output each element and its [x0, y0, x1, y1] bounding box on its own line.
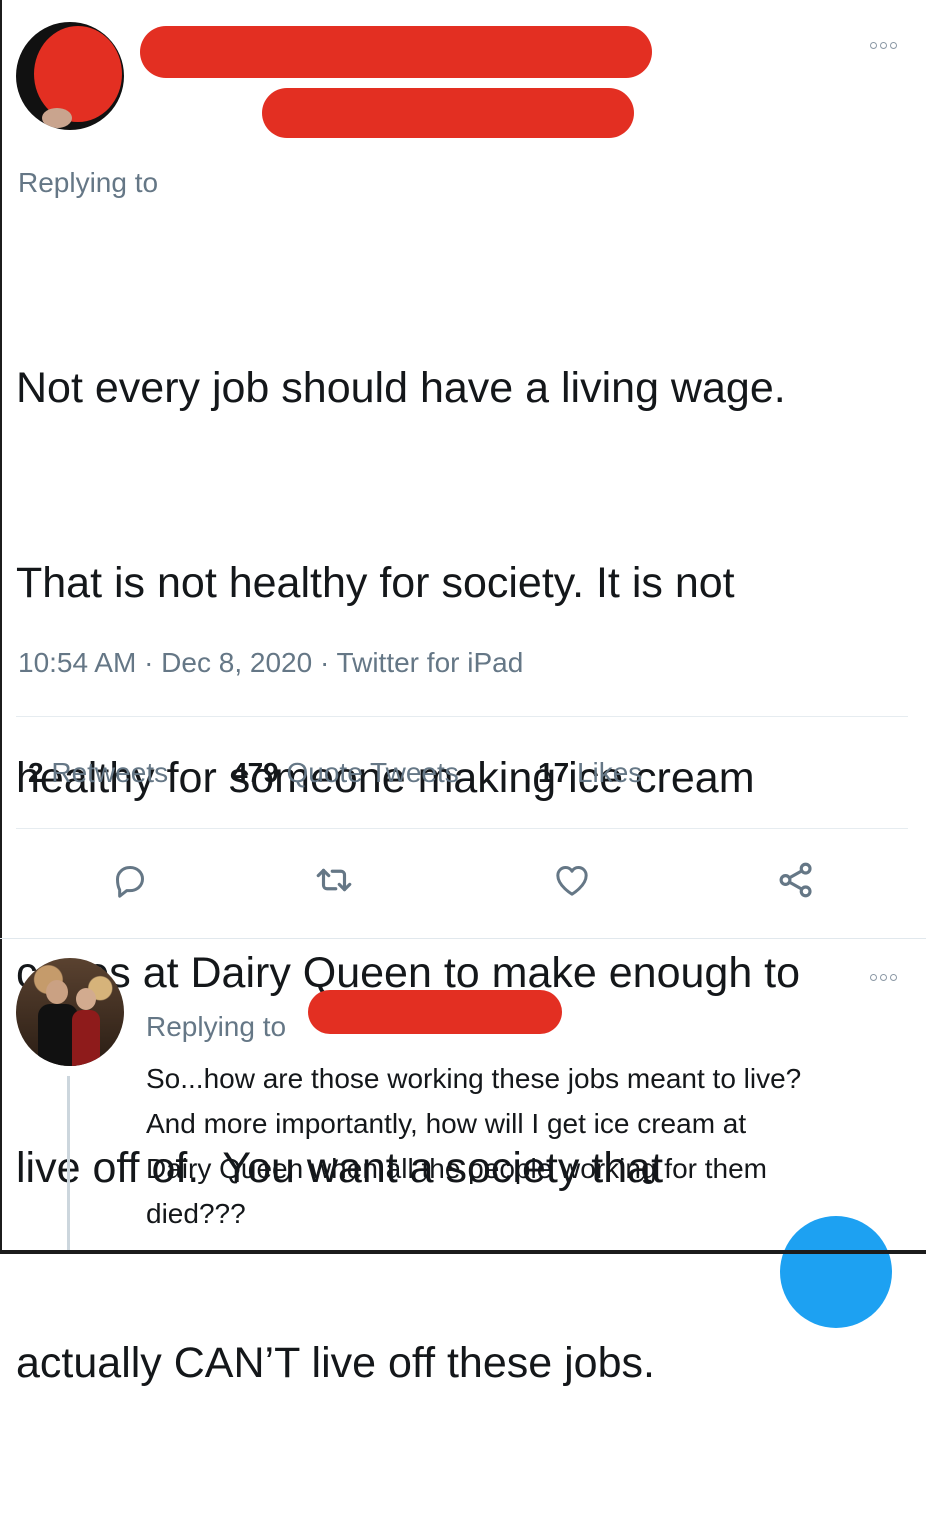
tweet-text-line: That is not healthy for society. It is n…: [16, 559, 735, 607]
tweet-separator: [0, 938, 926, 939]
divider: [16, 828, 908, 829]
redacted-username: [262, 88, 634, 138]
thread-line: [67, 1076, 70, 1254]
reply-more-options-icon[interactable]: [870, 974, 897, 981]
like-icon: [556, 866, 588, 896]
author-avatar[interactable]: [16, 22, 124, 130]
retweets-count: 2: [28, 757, 44, 788]
tweet-text-line: Not every job should have a living wage.: [16, 364, 786, 412]
reply-text-line: died???: [146, 1198, 246, 1229]
reply-text-line: And more importantly, how will I get ice…: [146, 1108, 747, 1139]
reply-text-line: So...how are those working these jobs me…: [146, 1063, 802, 1094]
divider: [16, 716, 908, 717]
retweet-button[interactable]: [310, 856, 358, 904]
share-button[interactable]: [772, 856, 820, 904]
quote-tweets-count: 479: [232, 757, 279, 788]
likes-stat[interactable]: 17 Likes: [538, 756, 642, 790]
reply-text-line: Dairy Queen when all the people working …: [146, 1153, 768, 1184]
replying-to-label: Replying to: [18, 167, 159, 198]
reply-text: So...how are those working these jobs me…: [146, 1056, 801, 1236]
main-tweet: Replying to Not every job should have a …: [0, 0, 926, 1387]
more-options-icon[interactable]: [870, 42, 897, 49]
reply-replying-to-label: Replying to: [146, 1011, 287, 1042]
redacted-reply-target: [308, 990, 562, 1034]
reply-tweet: Replying to So...how are those working t…: [0, 940, 926, 1328]
retweet-icon: [316, 868, 352, 892]
tweet-timestamp: 10:54 AM · Dec 8, 2020 · Twitter for iPa…: [18, 647, 524, 678]
like-button[interactable]: [548, 856, 596, 904]
redacted-display-name: [140, 26, 652, 78]
retweets-label: Retweets: [51, 757, 169, 788]
likes-label: Likes: [576, 757, 643, 788]
compose-tweet-button[interactable]: [780, 1216, 892, 1328]
reply-author-avatar[interactable]: [16, 958, 124, 1066]
bottom-border: [0, 1250, 926, 1254]
retweets-stat[interactable]: 2 Retweets: [28, 756, 168, 790]
reply-icon: [116, 866, 144, 898]
quote-tweets-label: Quote Tweets: [286, 757, 459, 788]
tweet-text-line: actually CAN’T live off these jobs.: [16, 1339, 655, 1387]
likes-count: 17: [538, 757, 570, 788]
reply-button[interactable]: [106, 856, 154, 904]
quote-tweets-stat[interactable]: 479 Quote Tweets: [232, 756, 459, 790]
share-icon: [779, 862, 812, 898]
